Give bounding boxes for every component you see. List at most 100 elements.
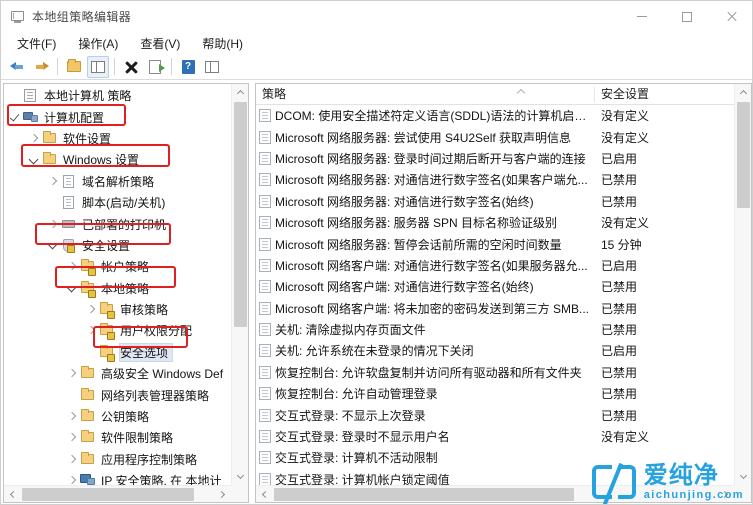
tree-node[interactable]: 本地计算机 策略 (4, 85, 231, 106)
tree-scroll-right-button[interactable] (214, 486, 231, 502)
tree-node[interactable]: 用户权限分配 (4, 320, 231, 341)
chevron-right-icon[interactable] (65, 410, 79, 424)
close-button[interactable] (709, 1, 752, 32)
document-icon (61, 195, 78, 210)
policy-row[interactable]: Microsoft 网络服务器: 尝试使用 S4U2Self 获取声明信息 没有定… (256, 126, 734, 147)
tree-node[interactable]: 安全选项 (4, 342, 231, 363)
menu-help[interactable]: 帮助(H) (192, 33, 253, 54)
policy-row[interactable]: Microsoft 网络客户端: 对通信进行数字签名(始终) 已禁用 (256, 276, 734, 297)
policy-row[interactable]: Microsoft 网络服务器: 对通信进行数字签名(始终) 已禁用 (256, 191, 734, 212)
chevron-right-icon[interactable] (65, 431, 79, 445)
policy-row[interactable]: 恢复控制台: 允许软盘复制并访问所有驱动器和所有文件夹 已禁用 (256, 362, 734, 383)
policy-row[interactable]: Microsoft 网络客户端: 对通信进行数字签名(如果服务器允... 已启用 (256, 255, 734, 276)
policy-row[interactable]: Microsoft 网络服务器: 登录时间过期后断开与客户端的连接 已启用 (256, 148, 734, 169)
tree-node[interactable]: 计算机配置 (4, 106, 231, 127)
tree-node[interactable]: 审核策略 (4, 299, 231, 320)
tree-node[interactable]: 网络列表管理器策略 (4, 384, 231, 405)
toolbar-up-one-level[interactable] (63, 56, 85, 78)
toolbar-export-list[interactable] (144, 56, 166, 78)
tree-node[interactable]: 脚本(启动/关机) (4, 192, 231, 213)
tree-node-label: 高级安全 Windows Def (101, 367, 224, 382)
chevron-right-icon[interactable] (65, 260, 79, 274)
tree-node[interactable]: 软件设置 (4, 128, 231, 149)
policy-row[interactable]: 交互式登录: 登录时不显示用户名 没有定义 (256, 426, 734, 447)
list-scroll-up-button[interactable] (735, 84, 751, 101)
toolbar-show-hide-console-tree[interactable] (87, 55, 109, 78)
tree-node[interactable]: 帐户策略 (4, 256, 231, 277)
tree-node[interactable]: 应用程序控制策略 (4, 449, 231, 470)
tree-node[interactable]: 高级安全 Windows Def (4, 363, 231, 384)
chevron-right-icon[interactable] (65, 452, 79, 466)
policy-row[interactable]: 交互式登录: 不显示上次登录 已禁用 (256, 404, 734, 425)
toolbar-back[interactable] (6, 56, 28, 78)
tree-node[interactable]: 域名解析策略 (4, 171, 231, 192)
toolbar-view-columns[interactable] (201, 56, 223, 78)
policy-row[interactable]: 关机: 允许系统在未登录的情况下关闭 已启用 (256, 340, 734, 361)
policy-icon (256, 429, 275, 444)
aichunjing-logo-icon (591, 462, 636, 504)
policy-icon (256, 108, 275, 123)
tree-scroll-down-button[interactable] (232, 468, 248, 485)
tree-node[interactable]: 已部署的打印机 (4, 213, 231, 234)
folder-lock-icon (80, 280, 97, 298)
menu-action[interactable]: 操作(A) (68, 33, 128, 54)
list-vertical-scrollbar[interactable] (734, 84, 751, 485)
tree-node[interactable]: IP 安全策略, 在 本地计 (4, 470, 231, 485)
chevron-right-icon[interactable] (84, 303, 98, 317)
policy-row[interactable]: Microsoft 网络客户端: 将未加密的密码发送到第三方 SMB... 已禁用 (256, 298, 734, 319)
menu-file[interactable]: 文件(F) (7, 33, 66, 54)
shield-icon (61, 238, 78, 253)
policy-row[interactable]: 关机: 清除虚拟内存页面文件 已禁用 (256, 319, 734, 340)
policy-row[interactable]: Microsoft 网络服务器: 服务器 SPN 目标名称验证级别 没有定义 (256, 212, 734, 233)
policy-icon (256, 472, 275, 485)
chevron-right-icon[interactable] (65, 474, 79, 485)
tree-node[interactable]: 软件限制策略 (4, 427, 231, 448)
menu-view[interactable]: 查看(V) (130, 33, 190, 54)
tree-scroll-up-button[interactable] (232, 84, 248, 101)
tree-scroll-left-button[interactable] (4, 486, 21, 502)
tree-node-label: 安全设置 (82, 238, 131, 253)
toolbar-help[interactable]: ? (177, 56, 199, 78)
chevron-down-icon[interactable] (46, 238, 60, 252)
list-scroll-left-button[interactable] (256, 486, 273, 502)
policy-name: 交互式登录: 计算机不活动限制 (275, 451, 438, 466)
tree-horizontal-scrollbar[interactable] (4, 485, 231, 502)
tree-node[interactable]: 本地策略 (4, 278, 231, 299)
list-scroll-thumb[interactable] (737, 102, 750, 208)
chevron-right-icon[interactable] (27, 131, 41, 145)
policy-list[interactable]: DCOM: 使用安全描述符定义语言(SDDL)语法的计算机启动... 没有定义 Mi… (256, 105, 734, 485)
policy-icon (256, 450, 275, 465)
policy-row[interactable]: Microsoft 网络服务器: 对通信进行数字签名(如果客户端允... 已禁用 (256, 169, 734, 190)
chevron-right-icon[interactable] (46, 217, 60, 231)
tree-vertical-scrollbar[interactable] (231, 84, 248, 485)
chevron-down-icon[interactable] (65, 281, 79, 295)
tree-hscroll-thumb[interactable] (22, 488, 194, 501)
policy-icon (256, 322, 275, 337)
tree-node[interactable]: 公钥策略 (4, 406, 231, 427)
policy-icon (256, 279, 275, 294)
policy-name: Microsoft 网络服务器: 暂停会话前所需的空闲时间数量 (275, 237, 562, 252)
policy-name: Microsoft 网络客户端: 对通信进行数字签名(如果服务器允... (275, 258, 588, 273)
toolbar-delete[interactable] (120, 56, 142, 78)
policy-row[interactable]: 恢复控制台: 允许自动管理登录 已禁用 (256, 383, 734, 404)
toolbar-forward[interactable] (30, 56, 52, 78)
chevron-right-icon[interactable] (84, 324, 98, 338)
checkmark-icon[interactable] (8, 110, 22, 124)
chevron-right-icon[interactable] (46, 174, 60, 188)
column-security-setting[interactable]: 安全设置 (595, 84, 649, 105)
console-tree[interactable]: 本地计算机 策略 计算机配置 软件设置 Windows 设置 域名解析策略 脚本(启动/关… (4, 84, 231, 485)
toolbar-separator-3 (171, 58, 172, 75)
tree-scroll-thumb[interactable] (234, 102, 247, 327)
minimize-button[interactable] (619, 1, 664, 32)
policy-row[interactable]: Microsoft 网络服务器: 暂停会话前所需的空闲时间数量 15 分钟 (256, 233, 734, 254)
tree-node[interactable]: Windows 设置 (4, 149, 231, 170)
policy-row[interactable]: DCOM: 使用安全描述符定义语言(SDDL)语法的计算机启动... 没有定义 (256, 105, 734, 126)
maximize-button[interactable] (664, 1, 709, 32)
tree-node[interactable]: 安全设置 (4, 235, 231, 256)
list-hscroll-thumb[interactable] (274, 488, 574, 501)
column-policy[interactable]: 策略 (256, 84, 595, 105)
chevron-down-icon[interactable] (27, 153, 41, 167)
chevron-right-icon[interactable] (65, 367, 79, 381)
